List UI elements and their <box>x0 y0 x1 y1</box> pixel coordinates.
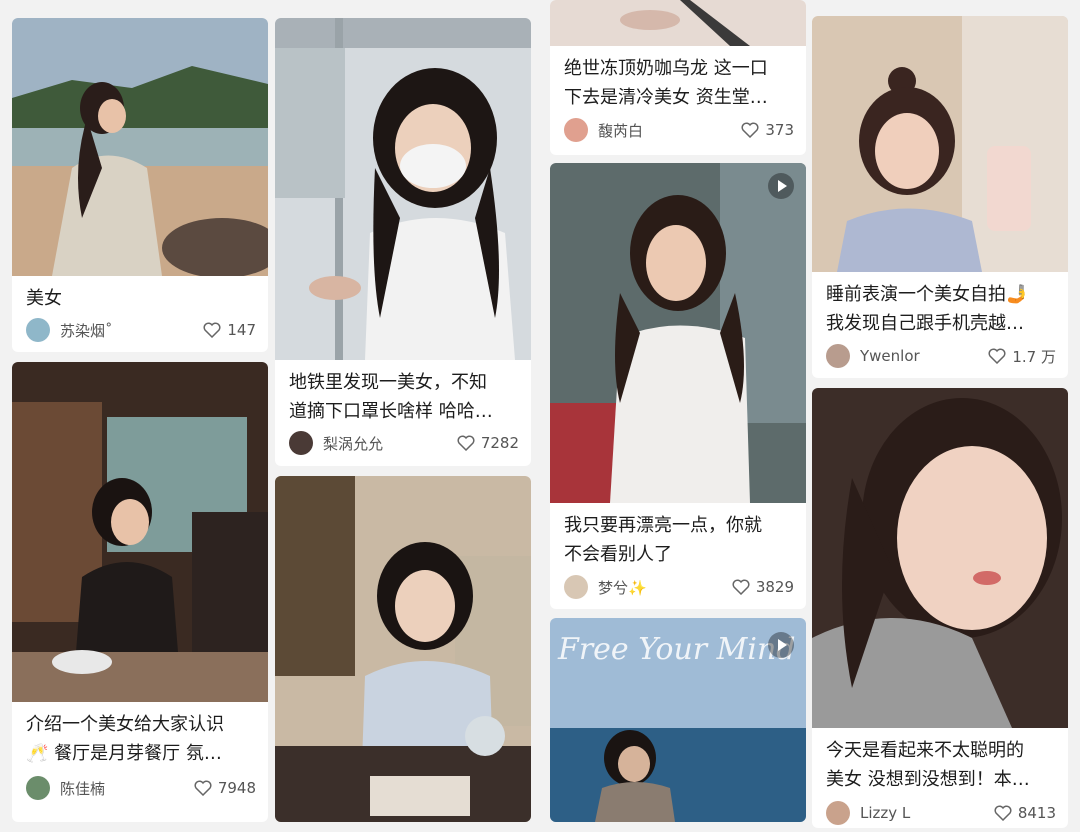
note-cover-image[interactable] <box>550 0 806 46</box>
note-title-line[interactable]: 下去是清冷美女 资生堂… <box>564 83 794 112</box>
note-meta: 馥芮白 373 <box>564 117 794 143</box>
like-count[interactable]: 8413 <box>994 804 1056 822</box>
heart-icon[interactable] <box>988 348 1006 364</box>
note-feed: 美女 苏染烟˚ 147 介绍一个美女给大家认识 🥂 餐厅是月芽餐厅 氛… 陈佳楠… <box>0 0 1080 832</box>
play-icon[interactable] <box>768 632 794 658</box>
author-name[interactable]: 梨涡允允 <box>323 433 457 454</box>
author-avatar[interactable] <box>26 318 50 342</box>
author-avatar[interactable] <box>826 801 850 825</box>
author-avatar[interactable] <box>564 118 588 142</box>
like-count-value: 7282 <box>480 434 519 452</box>
note-meta: 梨涡允允 7282 <box>289 430 519 456</box>
author-name[interactable]: 梦兮✨ <box>598 577 732 598</box>
like-count[interactable]: 7948 <box>194 779 256 797</box>
note-cover-image[interactable]: Free Your Mind <box>550 618 806 822</box>
like-count-value: 3829 <box>755 578 794 596</box>
note-card[interactable]: 介绍一个美女给大家认识 🥂 餐厅是月芽餐厅 氛… 陈佳楠 7948 <box>12 362 268 822</box>
like-count-value: 8413 <box>1017 804 1056 822</box>
note-title-line[interactable]: 美女 没想到没想到！本… <box>826 765 1056 794</box>
note-cover-image[interactable] <box>12 18 268 276</box>
note-cover-image[interactable] <box>550 163 806 503</box>
note-card[interactable]: Free Your Mind <box>550 618 806 822</box>
note-meta: 苏染烟˚ 147 <box>26 317 256 343</box>
note-title-line[interactable]: 🥂 餐厅是月芽餐厅 氛… <box>26 739 256 768</box>
author-name[interactable]: 陈佳楠 <box>60 778 194 799</box>
note-card[interactable]: 今天是看起来不太聪明的 美女 没想到没想到！本… Lizzy L 8413 <box>812 388 1068 828</box>
note-title-line[interactable]: 绝世冻顶奶咖乌龙 这一口 <box>564 54 794 83</box>
note-cover-image[interactable] <box>275 18 531 360</box>
author-name[interactable]: 苏染烟˚ <box>60 320 203 341</box>
note-meta: 陈佳楠 7948 <box>26 775 256 801</box>
like-count-value: 147 <box>227 321 256 339</box>
note-title-line[interactable]: 我发现自己跟手机壳越… <box>826 309 1056 338</box>
note-title-line[interactable]: 地铁里发现一美女，不知 <box>289 368 519 397</box>
note-card[interactable] <box>275 476 531 822</box>
note-meta: 梦兮✨ 3829 <box>564 574 794 600</box>
note-card[interactable]: 地铁里发现一美女，不知 道摘下口罩长啥样 哈哈… 梨涡允允 7282 <box>275 18 531 466</box>
note-card[interactable]: 我只要再漂亮一点，你就 不会看别人了 梦兮✨ 3829 <box>550 163 806 609</box>
play-icon[interactable] <box>768 173 794 199</box>
note-meta: Lizzy L 8413 <box>826 800 1056 826</box>
note-title-line[interactable]: 美女 <box>26 284 256 313</box>
author-name[interactable]: Ywenlor <box>860 347 988 365</box>
like-count-value: 1.7 万 <box>1012 347 1056 366</box>
heart-icon[interactable] <box>732 579 750 595</box>
like-count[interactable]: 373 <box>741 121 794 139</box>
note-meta: Ywenlor 1.7 万 <box>826 343 1056 369</box>
like-count[interactable]: 3829 <box>732 578 794 596</box>
author-name[interactable]: 馥芮白 <box>598 120 741 141</box>
author-avatar[interactable] <box>26 776 50 800</box>
like-count[interactable]: 147 <box>203 321 256 339</box>
note-title-line[interactable]: 我只要再漂亮一点，你就 <box>564 511 794 540</box>
like-count[interactable]: 1.7 万 <box>988 346 1056 367</box>
author-avatar[interactable] <box>289 431 313 455</box>
cover-overlay-text: Free Your Mind <box>558 632 796 667</box>
author-avatar[interactable] <box>826 344 850 368</box>
note-cover-image[interactable] <box>812 388 1068 728</box>
like-count-value: 7948 <box>217 779 256 797</box>
like-count[interactable]: 7282 <box>457 434 519 452</box>
note-card[interactable]: 绝世冻顶奶咖乌龙 这一口 下去是清冷美女 资生堂… 馥芮白 373 <box>550 0 806 155</box>
heart-icon[interactable] <box>194 780 212 796</box>
note-cover-image[interactable] <box>275 476 531 822</box>
note-title-line[interactable]: 睡前表演一个美女自拍🤳 <box>826 280 1056 309</box>
heart-icon[interactable] <box>994 805 1012 821</box>
heart-icon[interactable] <box>457 435 475 451</box>
author-avatar[interactable] <box>564 575 588 599</box>
heart-icon[interactable] <box>203 322 221 338</box>
note-title-line[interactable]: 今天是看起来不太聪明的 <box>826 736 1056 765</box>
note-title-line[interactable]: 介绍一个美女给大家认识 <box>26 710 256 739</box>
author-name[interactable]: Lizzy L <box>860 804 994 822</box>
note-card[interactable]: 美女 苏染烟˚ 147 <box>12 18 268 352</box>
note-card[interactable]: 睡前表演一个美女自拍🤳 我发现自己跟手机壳越… Ywenlor 1.7 万 <box>812 16 1068 378</box>
note-title-line[interactable]: 不会看别人了 <box>564 540 794 569</box>
heart-icon[interactable] <box>741 122 759 138</box>
like-count-value: 373 <box>765 121 794 139</box>
note-cover-image[interactable] <box>812 16 1068 272</box>
note-cover-image[interactable] <box>12 362 268 702</box>
note-title-line[interactable]: 道摘下口罩长啥样 哈哈… <box>289 397 519 426</box>
